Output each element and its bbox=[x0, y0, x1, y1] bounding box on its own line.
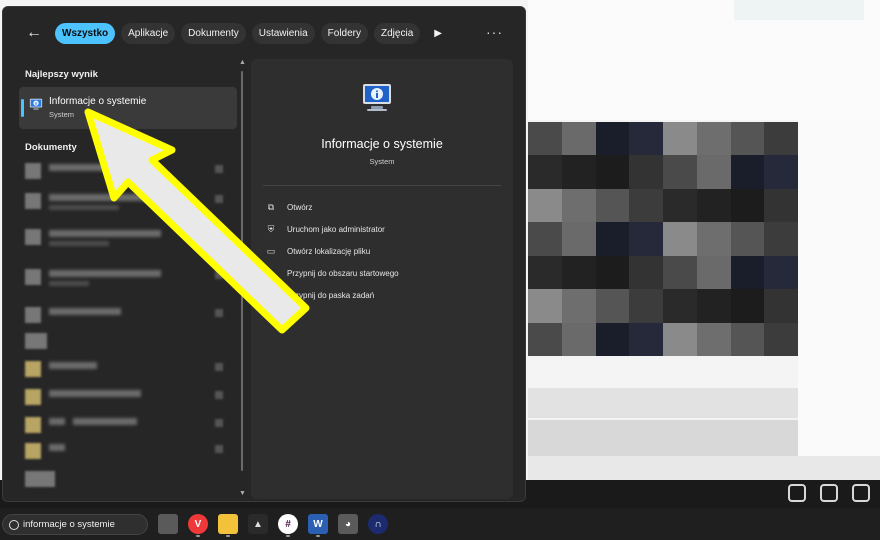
word-icon[interactable]: W bbox=[308, 514, 328, 537]
background-blur bbox=[734, 0, 864, 20]
more-options-icon[interactable]: ··· bbox=[486, 24, 503, 40]
selection-indicator bbox=[21, 99, 24, 117]
action-run-as-admin[interactable]: ⛨ Uruchom jako administrator bbox=[265, 221, 385, 237]
gimp-icon[interactable]: ◕ bbox=[338, 514, 358, 534]
folder-icon: ▭ bbox=[266, 245, 276, 256]
more-tabs-icon[interactable]: ▶ bbox=[426, 28, 450, 39]
results-list: Najlepszy wynik Informacje o systemie Sy… bbox=[3, 59, 247, 501]
open-external-icon: ⧉ bbox=[267, 201, 275, 212]
best-match-subtitle: System bbox=[49, 110, 75, 119]
tab-zdjecia[interactable]: Zdjęcia bbox=[374, 22, 421, 44]
action-label: Przypnij do obszaru startowego bbox=[287, 268, 399, 278]
tab-ustawienia[interactable]: Ustawienia bbox=[251, 22, 315, 44]
background-block bbox=[528, 420, 798, 456]
pixelated-image bbox=[528, 122, 798, 356]
documents-heading: Dokumenty bbox=[25, 142, 77, 153]
taskbar: informacje o systemie V ▲ # W ◕ ∩ bbox=[0, 508, 880, 540]
taskbar-search-input[interactable]: informacje o systemie bbox=[2, 514, 148, 535]
scroll-down-icon[interactable]: ▼ bbox=[239, 490, 246, 497]
tab-foldery[interactable]: Foldery bbox=[320, 22, 369, 44]
action-label: Uruchom jako administrator bbox=[287, 224, 385, 234]
action-open-file-location[interactable]: ▭ Otwórz lokalizację pliku bbox=[265, 243, 370, 259]
best-match-item[interactable]: Informacje o systemie System bbox=[19, 87, 237, 129]
folder-icon[interactable] bbox=[218, 514, 238, 537]
edit-icon[interactable] bbox=[852, 484, 870, 502]
inkscape-icon[interactable]: ▲ bbox=[248, 514, 268, 534]
best-match-title: Informacje o systemie bbox=[49, 96, 147, 107]
action-label: Otwórz bbox=[287, 202, 313, 212]
action-pin-to-start[interactable]: ✎ Przypnij do obszaru startowego bbox=[265, 265, 399, 281]
back-arrow-icon[interactable]: ← bbox=[23, 22, 45, 44]
best-match-heading: Najlepszy wynik bbox=[25, 69, 98, 80]
shield-admin-icon: ⛨ bbox=[267, 223, 275, 234]
capture-icon[interactable] bbox=[820, 484, 838, 502]
browser-tools bbox=[788, 484, 870, 502]
background-sidebar bbox=[798, 120, 880, 460]
file-explorer-icon[interactable] bbox=[158, 514, 178, 534]
taskbar-apps: V ▲ # W ◕ ∩ bbox=[158, 514, 388, 537]
background-block bbox=[528, 456, 880, 480]
details-title: Informacje o systemie bbox=[321, 137, 443, 151]
scrollbar[interactable]: ▲ ▼ bbox=[239, 59, 246, 497]
action-pin-to-taskbar[interactable]: ✎ Przypnij do paska zadań bbox=[265, 287, 374, 303]
app-icon[interactable]: ∩ bbox=[368, 514, 388, 534]
vivaldi-icon[interactable]: V bbox=[188, 514, 208, 537]
details-subtitle: System bbox=[369, 157, 395, 166]
scroll-thumb[interactable] bbox=[241, 71, 243, 471]
scroll-up-icon[interactable]: ▲ bbox=[239, 59, 246, 66]
tab-wszystko[interactable]: Wszystko bbox=[55, 22, 116, 44]
slack-icon[interactable]: # bbox=[278, 514, 298, 537]
search-icon bbox=[9, 519, 19, 530]
background-block bbox=[528, 388, 798, 418]
search-query: informacje o systemie bbox=[23, 519, 115, 530]
search-flyout: ← Wszystko Aplikacje Dokumenty Ustawieni… bbox=[2, 6, 526, 502]
action-label: Otwórz lokalizację pliku bbox=[287, 246, 371, 256]
pin-taskbar-icon: ✎ bbox=[267, 289, 275, 300]
system-info-icon bbox=[363, 84, 391, 111]
tab-aplikacje[interactable]: Aplikacje bbox=[121, 22, 176, 44]
system-info-icon bbox=[29, 98, 43, 110]
details-pane: Informacje o systemie System ⧉ Otwórz ⛨ … bbox=[251, 59, 513, 499]
divider bbox=[263, 185, 501, 186]
action-label: Przypnij do paska zadań bbox=[287, 290, 375, 300]
screenshot-icon[interactable] bbox=[788, 484, 806, 502]
pin-icon: ✎ bbox=[267, 267, 275, 278]
tab-dokumenty[interactable]: Dokumenty bbox=[181, 22, 246, 44]
action-open[interactable]: ⧉ Otwórz bbox=[265, 199, 313, 215]
filter-bar: ← Wszystko Aplikacje Dokumenty Ustawieni… bbox=[3, 7, 525, 59]
